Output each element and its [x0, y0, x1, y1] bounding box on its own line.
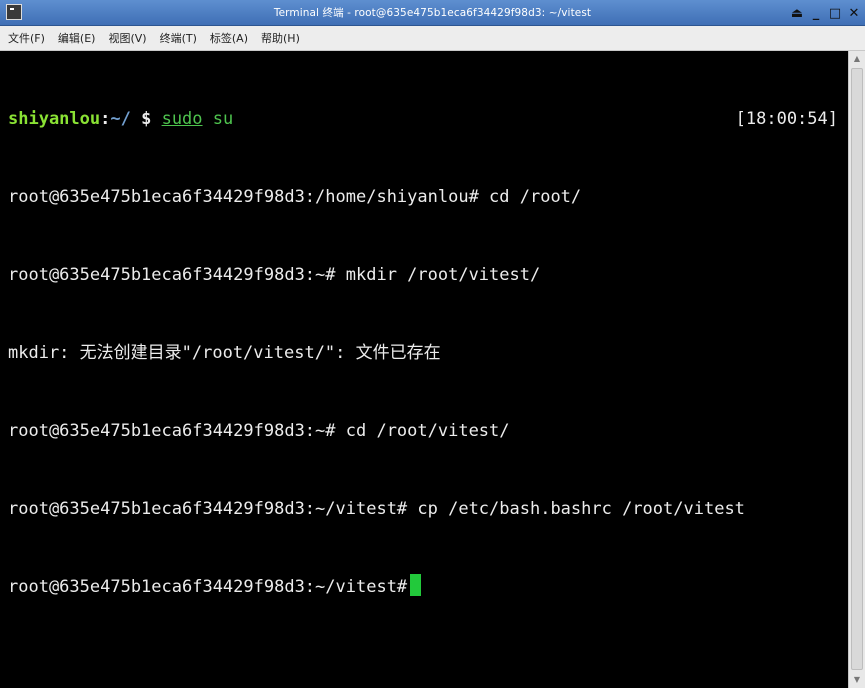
window-controls: ⏏ _ □ ✕ [790, 3, 861, 23]
prompt-directory: ~/ [110, 109, 131, 129]
window-title: Terminal 终端 - root@635e475b1eca6f34429f9… [273, 7, 592, 19]
title-bar: Terminal 终端 - root@635e475b1eca6f34429f9… [0, 0, 865, 26]
terminal-output[interactable]: shiyanlou:~/ $ sudo su [18:00:54] root@63… [0, 51, 848, 688]
scroll-down-arrow-icon[interactable]: ▼ [849, 672, 865, 688]
scroll-up-arrow-icon[interactable]: ▲ [849, 51, 865, 67]
menu-file[interactable]: 文件(F) [8, 30, 45, 46]
minimize-button[interactable]: _ [809, 6, 823, 21]
current-prompt: root@635e475b1eca6f34429f98d3:~/vitest# [8, 577, 408, 597]
terminal-line: root@635e475b1eca6f34429f98d3:/home/shiy… [8, 187, 582, 207]
maximize-button[interactable]: □ [828, 6, 842, 21]
menu-bar: 文件(F) 编辑(E) 视图(V) 终端(T) 标签(A) 帮助(H) [0, 26, 865, 51]
scrollbar-thumb[interactable] [851, 68, 863, 670]
terminal-line: root@635e475b1eca6f34429f98d3:~# mkdir /… [8, 265, 541, 285]
terminal-line: root@635e475b1eca6f34429f98d3:~/vitest# … [8, 499, 745, 519]
close-button[interactable]: ✕ [847, 6, 861, 21]
menu-edit[interactable]: 编辑(E) [58, 30, 96, 46]
menu-terminal[interactable]: 终端(T) [160, 30, 197, 46]
menu-help[interactable]: 帮助(H) [261, 30, 300, 46]
menu-view[interactable]: 视图(V) [108, 30, 146, 46]
prompt-clock: [18:00:54] [735, 109, 838, 129]
prompt-dollar: $ [130, 109, 162, 129]
prompt-line: shiyanlou:~/ $ sudo su [18:00:54] [8, 106, 848, 132]
prompt-separator: : [100, 109, 111, 129]
terminal-line: root@635e475b1eca6f34429f98d3:~# cd /roo… [8, 421, 510, 441]
terminal-cursor [410, 574, 422, 596]
current-prompt-line: root@635e475b1eca6f34429f98d3:~/vitest# [8, 574, 848, 600]
command-su: su [202, 109, 234, 129]
eject-icon[interactable]: ⏏ [790, 6, 804, 21]
vertical-scrollbar[interactable]: ▲ ▼ [848, 51, 865, 688]
prompt-user: shiyanlou [8, 109, 101, 129]
command-sudo: sudo [161, 109, 203, 129]
terminal-line: mkdir: 无法创建目录"/root/vitest/": 文件已存在 [8, 343, 441, 363]
menu-tabs[interactable]: 标签(A) [210, 30, 248, 46]
